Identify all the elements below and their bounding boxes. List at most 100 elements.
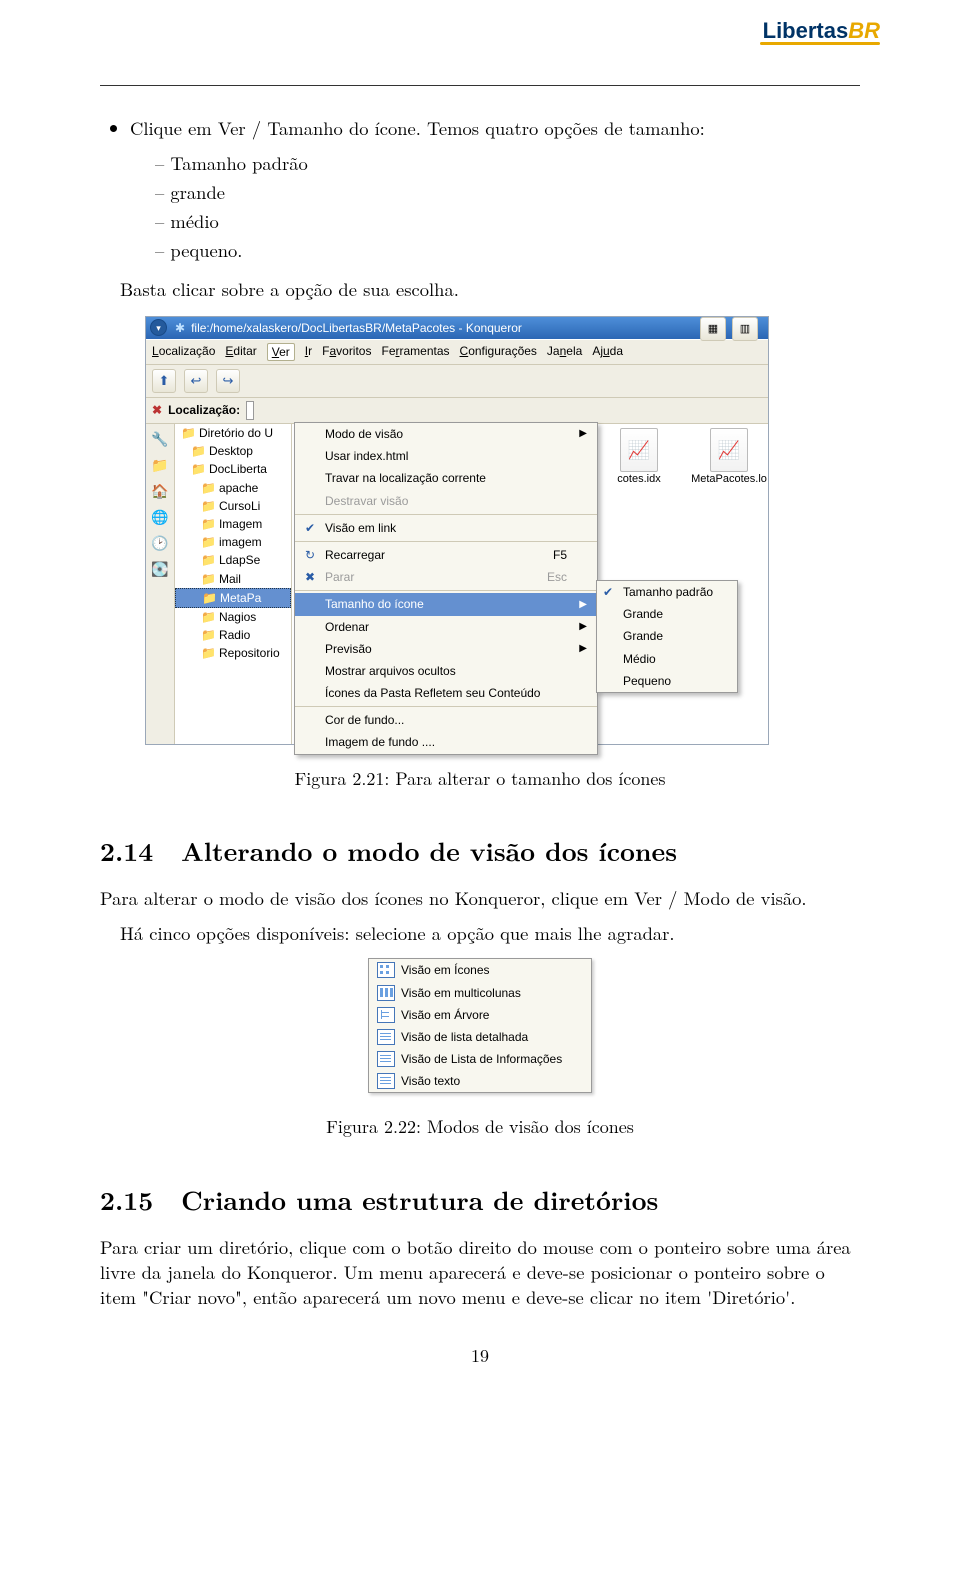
menu-item[interactable]: Imagem de fundo .... — [295, 731, 597, 753]
tree-item[interactable]: 📁Mail — [175, 570, 291, 588]
view-mode-item[interactable]: Visão em multicolunas — [369, 982, 591, 1004]
view-cols-button[interactable]: ▥ — [732, 317, 758, 341]
menu-localizacao[interactable]: Localização — [152, 343, 215, 361]
location-label: Localização: — [168, 402, 240, 418]
side-panel: 🔧 📁 🏠 🌐 🕑 💽 — [146, 424, 175, 744]
tree-item[interactable]: 📁Imagem — [175, 515, 291, 533]
menu-label: Modo de visão — [325, 426, 403, 442]
konqueror-icon: ✱ — [175, 320, 185, 336]
file-name: MetaPacotes.lo — [691, 472, 767, 487]
menu-ver[interactable]: Ver — [267, 343, 295, 361]
submenu-item[interactable]: Grande — [597, 625, 737, 647]
view-mode-icon — [377, 1073, 395, 1089]
tree-item[interactable]: 📁MetaPa — [175, 588, 291, 608]
submenu-label: Médio — [623, 652, 656, 666]
tree-item[interactable]: 📁CursoLi — [175, 497, 291, 515]
tree-item[interactable]: 📁apache — [175, 479, 291, 497]
submenu-item[interactable]: Médio — [597, 648, 737, 670]
view-mode-item[interactable]: Visão em Árvore — [369, 1004, 591, 1026]
view-mode-item[interactable]: Visão de lista detalhada — [369, 1026, 591, 1048]
submenu-item[interactable]: ✔Tamanho padrão — [597, 581, 737, 603]
opt-4: pequeno. — [155, 238, 860, 263]
file-item[interactable]: 📈 MetaPacotes.lo — [694, 428, 764, 487]
menu-item[interactable]: Previsão▶ — [295, 638, 597, 660]
ver-dropdown[interactable]: Modo de visão ▶ Usar index.html Travar na l… — [294, 422, 598, 755]
window-menu-icon[interactable]: ▾ — [150, 319, 167, 336]
section-heading-214: 2.14 Alterando o modo de visão dos ícone… — [100, 833, 860, 868]
fwd-button[interactable]: ↩ — [184, 369, 208, 393]
menu-label: Recarregar — [325, 547, 385, 563]
page-number: 19 — [100, 1344, 860, 1368]
up-button[interactable]: ↪ — [216, 369, 240, 393]
view-mode-label: Visão texto — [401, 1073, 460, 1089]
menu-item[interactable]: ✔Visão em link — [295, 517, 597, 539]
side-disk-icon[interactable]: 💽 — [151, 560, 169, 578]
folder-tree[interactable]: 📁Diretório do U📁Desktop📁DocLiberta📁apach… — [175, 424, 292, 744]
view-icons-button[interactable]: ▦ — [700, 317, 726, 341]
tree-item[interactable]: 📁Repositorio — [175, 644, 291, 662]
menu-item[interactable]: Ordenar ▶ — [295, 616, 597, 638]
file-area: 📈 cotes.idx 📈 MetaPacotes.lo — [604, 428, 764, 487]
tree-item[interactable]: 📁Desktop — [175, 442, 291, 460]
tree-item[interactable]: 📁LdapSe — [175, 551, 291, 569]
menu-favoritos[interactable]: Favoritos — [322, 343, 371, 361]
menu-separator — [295, 514, 597, 515]
submenu-arrow-icon: ▶ — [579, 427, 587, 441]
p-215: Para criar um diretório, clique com o bo… — [100, 1235, 860, 1310]
menu-item[interactable]: Cor de fundo... — [295, 709, 597, 731]
side-globe-icon[interactable]: 🌐 — [151, 508, 169, 526]
menu-ferramentas[interactable]: Ferramentas — [381, 343, 449, 361]
tree-item[interactable]: 📁Radio — [175, 626, 291, 644]
menu-janela[interactable]: Janela — [547, 343, 582, 361]
menu-item[interactable]: ↻RecarregarF5 — [295, 544, 597, 566]
folder-icon: 📁 — [202, 590, 217, 606]
menubar[interactable]: Localização Editar Ver Ir Favoritos Ferr… — [146, 339, 768, 365]
submenu-arrow-icon: ▶ — [579, 598, 587, 612]
tree-label: DocLiberta — [209, 461, 267, 477]
clear-location-icon[interactable]: ✖ — [152, 402, 162, 418]
tree-label: Mail — [219, 571, 241, 587]
menu-editar[interactable]: Editar — [225, 343, 256, 361]
side-home-icon[interactable]: 🏠 — [151, 482, 169, 500]
menu-ajuda[interactable]: Ajuda — [592, 343, 623, 361]
tree-label: Repositorio — [219, 645, 280, 661]
side-wrench-icon[interactable]: 🔧 — [151, 430, 169, 448]
view-mode-item[interactable]: Visão em Ícones — [369, 959, 591, 981]
menu-item[interactable]: Usar index.html — [295, 445, 597, 467]
side-history-icon[interactable]: 🕑 — [151, 534, 169, 552]
menu-item[interactable]: Mostrar arquivos ocultos — [295, 660, 597, 682]
submenu-item[interactable]: Pequeno — [597, 670, 737, 692]
shortcut-label: Esc — [547, 569, 567, 585]
screenshot-view-modes: Visão em ÍconesVisão em multicolunasVisã… — [368, 958, 592, 1093]
location-input[interactable] — [246, 401, 254, 420]
window-titlebar[interactable]: ▾ ✱ file:/home/xalaskero/DocLibertasBR/M… — [146, 317, 768, 339]
side-folder-icon[interactable]: 📁 — [151, 456, 169, 474]
back-button[interactable]: ⬆ — [152, 369, 176, 393]
screenshot-konqueror: ▾ ✱ file:/home/xalaskero/DocLibertasBR/M… — [145, 316, 769, 745]
menu-item[interactable]: Travar na localização corrente — [295, 467, 597, 489]
view-mode-item[interactable]: Visão texto — [369, 1070, 591, 1092]
tree-item[interactable]: 📁Diretório do U — [175, 424, 291, 442]
menu-label: Ícones da Pasta Refletem seu Conteúdo — [325, 685, 540, 701]
file-item[interactable]: 📈 cotes.idx — [604, 428, 674, 487]
menu-item[interactable]: Ícones da Pasta Refletem seu Conteúdo — [295, 682, 597, 704]
location-bar: ✖ Localização: — [146, 398, 768, 424]
menu-item[interactable]: Tamanho do ícone ▶ — [295, 593, 597, 615]
view-mode-item[interactable]: Visão de Lista de Informações — [369, 1048, 591, 1070]
view-mode-icon — [377, 985, 395, 1001]
tree-item[interactable]: 📁Nagios — [175, 608, 291, 626]
tree-item[interactable]: 📁imagem — [175, 533, 291, 551]
tree-label: CursoLi — [219, 498, 260, 514]
menu-ir[interactable]: Ir — [305, 343, 312, 361]
tree-item[interactable]: 📁DocLiberta — [175, 460, 291, 478]
folder-icon: 📁 — [201, 498, 216, 514]
menu-label: Tamanho do ícone — [325, 596, 424, 612]
icon-size-submenu[interactable]: ✔Tamanho padrãoGrandeGrandeMédioPequeno — [596, 580, 738, 693]
submenu-arrow-icon: ▶ — [579, 620, 587, 634]
menu-label: Travar na localização corrente — [325, 470, 486, 486]
menu-configuracoes[interactable]: Configurações — [460, 343, 537, 361]
menu-label: Ordenar — [325, 619, 369, 635]
menu-item[interactable]: Modo de visão ▶ — [295, 423, 597, 445]
submenu-item[interactable]: Grande — [597, 603, 737, 625]
tree-label: imagem — [219, 534, 262, 550]
